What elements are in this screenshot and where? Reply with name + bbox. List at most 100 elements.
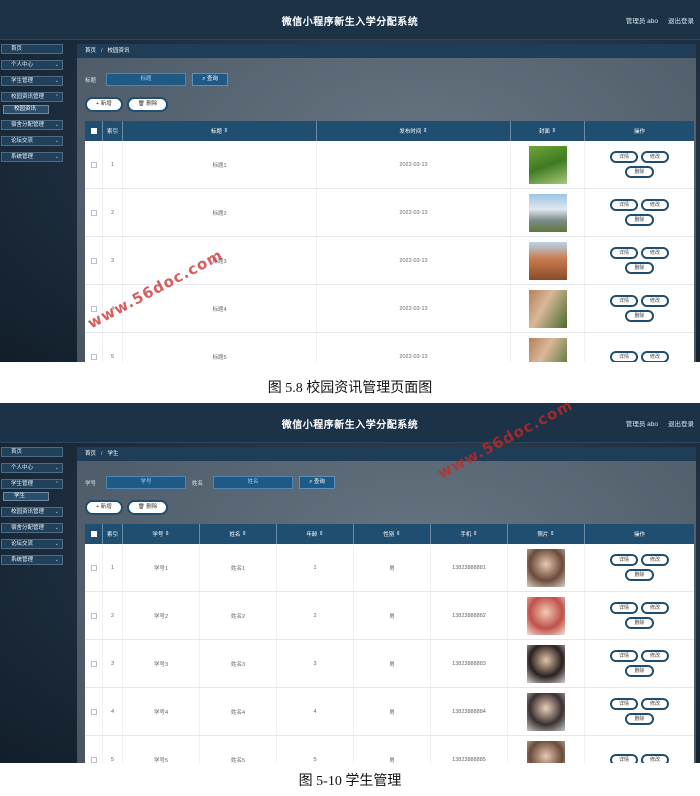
row-delete-button[interactable]: 删除 — [625, 569, 654, 581]
sidebar-item-home[interactable]: 首页 — [1, 447, 63, 457]
row-checkbox[interactable] — [90, 612, 97, 619]
edit-button[interactable]: 修改 — [641, 753, 670, 763]
row-delete-button[interactable]: 删除 — [625, 262, 654, 274]
detail-button[interactable]: 详情 — [609, 753, 638, 763]
column-actions: 操作 — [633, 532, 645, 538]
table-row: 2 学号2 姓名2 2 男 13823888882 详情 修改 删除 — [85, 592, 694, 640]
row-delete-button[interactable]: 删除 — [625, 310, 654, 322]
row-checkbox[interactable] — [90, 708, 97, 715]
row-checkbox[interactable] — [90, 564, 97, 571]
column-phone[interactable]: 手机 ⇕ — [431, 524, 508, 544]
row-checkbox[interactable] — [90, 353, 97, 360]
column-date[interactable]: 发布时间 ⇕ — [317, 121, 511, 141]
student-photo — [527, 740, 565, 763]
cover-image — [528, 145, 567, 184]
trash-icon: 🗑 — [137, 101, 147, 107]
detail-button[interactable]: 详情 — [609, 199, 638, 211]
cover-image — [528, 241, 567, 280]
column-name[interactable]: 姓名 ⇕ — [200, 524, 277, 544]
row-checkbox[interactable] — [90, 660, 97, 667]
select-all-checkbox[interactable] — [85, 121, 103, 141]
delete-button[interactable]: 🗑 删除 — [126, 97, 169, 112]
detail-button[interactable]: 详情 — [609, 554, 638, 566]
title-search-label: 标题 — [85, 77, 97, 84]
student-management-screenshot: 微信小程序新生入学分配系统 管理员 abo 退出登录 首页 个人中心 ⌄ 学生管理… — [0, 403, 700, 763]
row-checkbox[interactable] — [90, 257, 97, 264]
column-index: 索引 — [103, 121, 123, 141]
student-id-label: 学号 — [85, 480, 97, 487]
name-label: 姓名 — [192, 480, 204, 487]
edit-button[interactable]: 修改 — [641, 698, 670, 710]
column-gender[interactable]: 性别 ⇕ — [354, 524, 431, 544]
detail-button[interactable]: 详情 — [609, 350, 638, 362]
sidebar-item-home[interactable]: 首页 — [1, 44, 63, 54]
column-student-id[interactable]: 学号 ⇕ — [123, 524, 200, 544]
breadcrumb-home[interactable]: 首页 — [85, 451, 96, 457]
student-photo — [527, 644, 565, 683]
sidebar-subitem-students[interactable]: 学生 — [3, 492, 49, 501]
detail-button[interactable]: 详情 — [609, 151, 638, 163]
detail-button[interactable]: 详情 — [609, 650, 638, 662]
detail-button[interactable]: 详情 — [609, 602, 638, 614]
detail-button[interactable]: 详情 — [609, 247, 638, 259]
delete-button[interactable]: 🗑 删除 — [126, 500, 169, 515]
detail-button[interactable]: 详情 — [609, 295, 638, 307]
student-photo — [527, 596, 565, 635]
row-checkbox[interactable] — [90, 756, 97, 763]
chevron-down-icon: ⌄ — [54, 509, 59, 515]
select-all-checkbox[interactable] — [85, 524, 103, 544]
sidebar-item-news[interactable]: 校园资讯管理 ⌃ — [1, 92, 63, 102]
add-button[interactable]: + 新增 — [85, 97, 123, 112]
top-bar: 微信小程序新生入学分配系统 管理员 abo 退出登录 — [0, 403, 700, 443]
student-id-input[interactable]: 学号 — [106, 476, 187, 489]
row-delete-button[interactable]: 删除 — [625, 713, 654, 725]
edit-button[interactable]: 修改 — [641, 151, 670, 163]
sidebar-item-dorm[interactable]: 宿舍分配管理 ⌄ — [1, 120, 63, 130]
chevron-down-icon: ⌄ — [54, 465, 59, 471]
table-row: 1 学号1 姓名1 1 男 13823888881 详情 修改 删除 — [85, 544, 694, 592]
column-cover[interactable]: 封面 ⇕ — [511, 121, 585, 141]
sidebar-item-profile[interactable]: 个人中心 ⌄ — [1, 60, 63, 70]
row-checkbox[interactable] — [90, 161, 97, 168]
row-delete-button[interactable]: 删除 — [625, 617, 654, 629]
title-search-input[interactable]: 标题 — [106, 73, 187, 86]
sidebar-item-students[interactable]: 学生管理 ⌄ — [1, 76, 63, 86]
column-title[interactable]: 标题 ⇕ — [123, 121, 317, 141]
detail-button[interactable]: 详情 — [609, 698, 638, 710]
column-photo[interactable]: 照片 ⇕ — [508, 524, 585, 544]
sidebar-item-system[interactable]: 系统管理 ⌄ — [1, 152, 63, 162]
sidebar-item-forum[interactable]: 论坛交流 ⌄ — [1, 539, 63, 549]
sidebar-item-profile[interactable]: 个人中心 ⌄ — [1, 463, 63, 473]
edit-button[interactable]: 修改 — [641, 650, 670, 662]
edit-button[interactable]: 修改 — [641, 295, 670, 307]
query-button[interactable]: ⌕ 查询 — [192, 73, 229, 86]
row-delete-button[interactable]: 删除 — [625, 665, 654, 677]
row-delete-button[interactable]: 删除 — [625, 166, 654, 178]
breadcrumb-home[interactable]: 首页 — [85, 48, 96, 54]
admin-label[interactable]: 管理员 abo — [626, 418, 658, 428]
edit-button[interactable]: 修改 — [641, 602, 670, 614]
row-delete-button[interactable]: 删除 — [625, 214, 654, 226]
breadcrumb: 首页 / 学生 — [77, 447, 696, 461]
table-header: 索引 学号 ⇕ 姓名 ⇕ 年龄 ⇕ 性别 ⇕ 手机 ⇕ 照片 ⇕ 操作 — [85, 524, 694, 544]
sidebar-item-system[interactable]: 系统管理 ⌄ — [1, 555, 63, 565]
logout-link[interactable]: 退出登录 — [668, 15, 694, 25]
sidebar-item-forum[interactable]: 论坛交流 ⌄ — [1, 136, 63, 146]
column-age[interactable]: 年龄 ⇕ — [277, 524, 354, 544]
admin-label[interactable]: 管理员 abo — [626, 15, 658, 25]
table-row: 2 标题2 2022-03-13 详情 修改 删除 — [85, 189, 694, 237]
sidebar-subitem-news[interactable]: 校园资讯 — [3, 105, 49, 114]
edit-button[interactable]: 修改 — [641, 350, 670, 362]
edit-button[interactable]: 修改 — [641, 247, 670, 259]
name-input[interactable]: 姓名 — [213, 476, 294, 489]
column-index: 索引 — [103, 524, 123, 544]
sidebar-item-students[interactable]: 学生管理 ⌃ — [1, 479, 63, 489]
sidebar-item-news[interactable]: 校园资讯管理 ⌄ — [1, 507, 63, 517]
sidebar-item-dorm[interactable]: 宿舍分配管理 ⌄ — [1, 523, 63, 533]
row-checkbox[interactable] — [90, 209, 97, 216]
add-button[interactable]: + 新增 — [85, 500, 123, 515]
edit-button[interactable]: 修改 — [641, 199, 670, 211]
query-button[interactable]: ⌕ 查询 — [299, 476, 336, 489]
logout-link[interactable]: 退出登录 — [668, 418, 694, 428]
edit-button[interactable]: 修改 — [641, 554, 670, 566]
